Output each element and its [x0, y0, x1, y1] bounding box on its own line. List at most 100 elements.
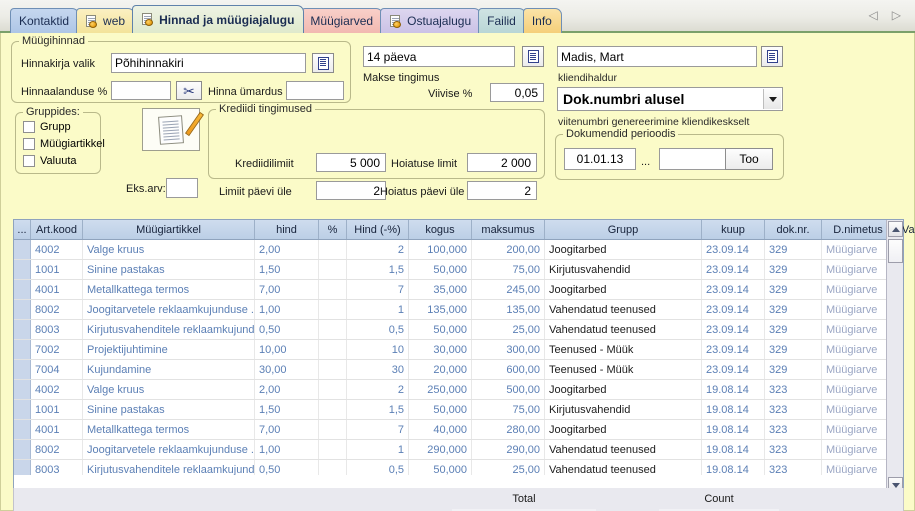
- checkbox-icon[interactable]: [23, 138, 35, 150]
- cell-dok_nr[interactable]: 329: [765, 280, 822, 299]
- cell-dok_nr[interactable]: 323: [765, 380, 822, 399]
- tab-ostuajalugu[interactable]: Ostuajalugu: [380, 8, 482, 33]
- cell-dok_nr[interactable]: 329: [765, 340, 822, 359]
- discount-input[interactable]: [111, 81, 171, 100]
- cell-kogus[interactable]: 30,000: [409, 340, 472, 359]
- cell-hind[interactable]: 2,00: [255, 380, 319, 399]
- cell-muugiartikkel[interactable]: Kujundamine: [83, 360, 255, 379]
- grid-col-header-hind_pct[interactable]: Hind (-%): [347, 220, 409, 239]
- cell-kuup[interactable]: 23.09.14: [702, 260, 765, 279]
- checkbox-valuuta[interactable]: Valuuta: [23, 155, 77, 167]
- cell-kogus[interactable]: 50,000: [409, 320, 472, 339]
- cell-hind[interactable]: 1,50: [255, 400, 319, 419]
- cell-muugiartikkel[interactable]: Joogitarvetele reklaamkujunduse ...: [83, 440, 255, 459]
- warning-days-input[interactable]: 2: [467, 181, 537, 200]
- cell-art_kood[interactable]: 7004: [31, 360, 83, 379]
- cell-hind_pct[interactable]: 7: [347, 280, 409, 299]
- cell-sel[interactable]: [14, 380, 31, 399]
- table-row[interactable]: 4002 Valge kruus 2,00 2 100,000 200,00 Joogita…: [14, 240, 888, 260]
- cell-sel[interactable]: [14, 460, 31, 475]
- cell-hind_pct[interactable]: 10: [347, 340, 409, 359]
- cell-art_kood[interactable]: 8003: [31, 320, 83, 339]
- table-row[interactable]: 4001 Metallkattega termos 7,00 7 35,000 245,0…: [14, 280, 888, 300]
- cell-hind_pct[interactable]: 2: [347, 240, 409, 259]
- table-row[interactable]: 8002 Joogitarvetele reklaamkujunduse ... 1…: [14, 440, 888, 460]
- cell-kuup[interactable]: 19.08.14: [702, 420, 765, 439]
- rounding-input[interactable]: [286, 81, 344, 100]
- cell-muugiartikkel[interactable]: Projektijuhtimine: [83, 340, 255, 359]
- account-manager-lookup-button[interactable]: [761, 46, 783, 67]
- cell-kuup[interactable]: 19.08.14: [702, 380, 765, 399]
- cell-pct[interactable]: [319, 440, 347, 459]
- cell-art_kood[interactable]: 1001: [31, 260, 83, 279]
- checkbox-icon[interactable]: [23, 121, 35, 133]
- scrollbar-thumb[interactable]: [888, 239, 903, 263]
- payment-terms-input[interactable]: 14 päeva: [363, 46, 515, 67]
- cell-muugiartikkel[interactable]: Kirjutusvahenditele reklaamkujund...: [83, 460, 255, 475]
- grid-col-header-hind[interactable]: hind: [255, 220, 319, 239]
- cell-d_nimetus[interactable]: Müügiarve: [822, 360, 888, 379]
- cell-art_kood[interactable]: 4002: [31, 380, 83, 399]
- cell-muugiartikkel[interactable]: Joogitarvetele reklaamkujunduse ...: [83, 300, 255, 319]
- cell-hind_pct[interactable]: 30: [347, 360, 409, 379]
- credit-limit-input[interactable]: 5 000: [316, 153, 386, 172]
- cell-pct[interactable]: [319, 360, 347, 379]
- table-row[interactable]: 8003 Kirjutusvahenditele reklaamkujund...…: [14, 460, 888, 475]
- cell-sel[interactable]: [14, 360, 31, 379]
- grid-col-header-art_kood[interactable]: Art.kood: [31, 220, 83, 239]
- cell-d_nimetus[interactable]: Müügiarve: [822, 440, 888, 459]
- cell-d_nimetus[interactable]: Müügiarve: [822, 260, 888, 279]
- grid-col-header-d_nimetus[interactable]: D.nimetus: [822, 220, 895, 239]
- tab-prev-icon[interactable]: ◁: [869, 9, 878, 21]
- warning-limit-input[interactable]: 2 000: [467, 153, 537, 172]
- cell-hind_pct[interactable]: 1: [347, 440, 409, 459]
- cell-hind_pct[interactable]: 1,5: [347, 260, 409, 279]
- cell-art_kood[interactable]: 1001: [31, 400, 83, 419]
- cell-d_nimetus[interactable]: Müügiarve: [822, 380, 888, 399]
- grid-col-header-grupp[interactable]: Grupp: [545, 220, 702, 239]
- cell-d_nimetus[interactable]: Müügiarve: [822, 400, 888, 419]
- cell-maksumus[interactable]: 200,00: [472, 240, 545, 259]
- cell-pct[interactable]: [319, 260, 347, 279]
- payment-terms-lookup-button[interactable]: [522, 46, 544, 67]
- cell-pct[interactable]: [319, 380, 347, 399]
- cell-pct[interactable]: [319, 280, 347, 299]
- cell-d_nimetus[interactable]: Müügiarve: [822, 340, 888, 359]
- cell-kuup[interactable]: 23.09.14: [702, 300, 765, 319]
- cell-grupp[interactable]: Joogitarbed: [545, 380, 702, 399]
- tab-web[interactable]: web: [76, 8, 136, 33]
- cell-muugiartikkel[interactable]: Sinine pastakas: [83, 260, 255, 279]
- cell-dok_nr[interactable]: 323: [765, 460, 822, 475]
- price-list-input[interactable]: Põhihinnakiri: [111, 53, 306, 73]
- cell-dok_nr[interactable]: 329: [765, 240, 822, 259]
- cell-grupp[interactable]: Kirjutusvahendid: [545, 400, 702, 419]
- cell-grupp[interactable]: Kirjutusvahendid: [545, 260, 702, 279]
- cell-pct[interactable]: [319, 320, 347, 339]
- cell-d_nimetus[interactable]: Müügiarve: [822, 420, 888, 439]
- cell-hind_pct[interactable]: 2: [347, 380, 409, 399]
- cell-art_kood[interactable]: 4001: [31, 420, 83, 439]
- cell-pct[interactable]: [319, 340, 347, 359]
- note-edit-button[interactable]: [142, 108, 205, 151]
- cell-kogus[interactable]: 20,000: [409, 360, 472, 379]
- table-row[interactable]: 4002 Valge kruus 2,00 2 250,000 500,00 Joogita…: [14, 380, 888, 400]
- cell-kogus[interactable]: 135,000: [409, 300, 472, 319]
- chevron-down-icon[interactable]: [763, 89, 781, 109]
- tab-failid[interactable]: Failid: [478, 8, 526, 33]
- cell-sel[interactable]: [14, 420, 31, 439]
- grid-col-header-kuup[interactable]: kuup: [702, 220, 765, 239]
- cell-maksumus[interactable]: 290,00: [472, 440, 545, 459]
- cell-sel[interactable]: [14, 280, 31, 299]
- cell-grupp[interactable]: Vahendatud teenused: [545, 300, 702, 319]
- grid-col-header-sel[interactable]: ...: [14, 220, 31, 239]
- cell-grupp[interactable]: Teenused - Müük: [545, 340, 702, 359]
- checkbox-muugiartikkel[interactable]: Müügiartikkel: [23, 138, 105, 150]
- cell-kuup[interactable]: 23.09.14: [702, 320, 765, 339]
- cell-dok_nr[interactable]: 323: [765, 420, 822, 439]
- grid-col-header-kogus[interactable]: kogus: [409, 220, 472, 239]
- cell-maksumus[interactable]: 300,00: [472, 340, 545, 359]
- cell-dok_nr[interactable]: 329: [765, 360, 822, 379]
- cell-kuup[interactable]: 19.08.14: [702, 400, 765, 419]
- cell-dok_nr[interactable]: 329: [765, 300, 822, 319]
- cell-maksumus[interactable]: 245,00: [472, 280, 545, 299]
